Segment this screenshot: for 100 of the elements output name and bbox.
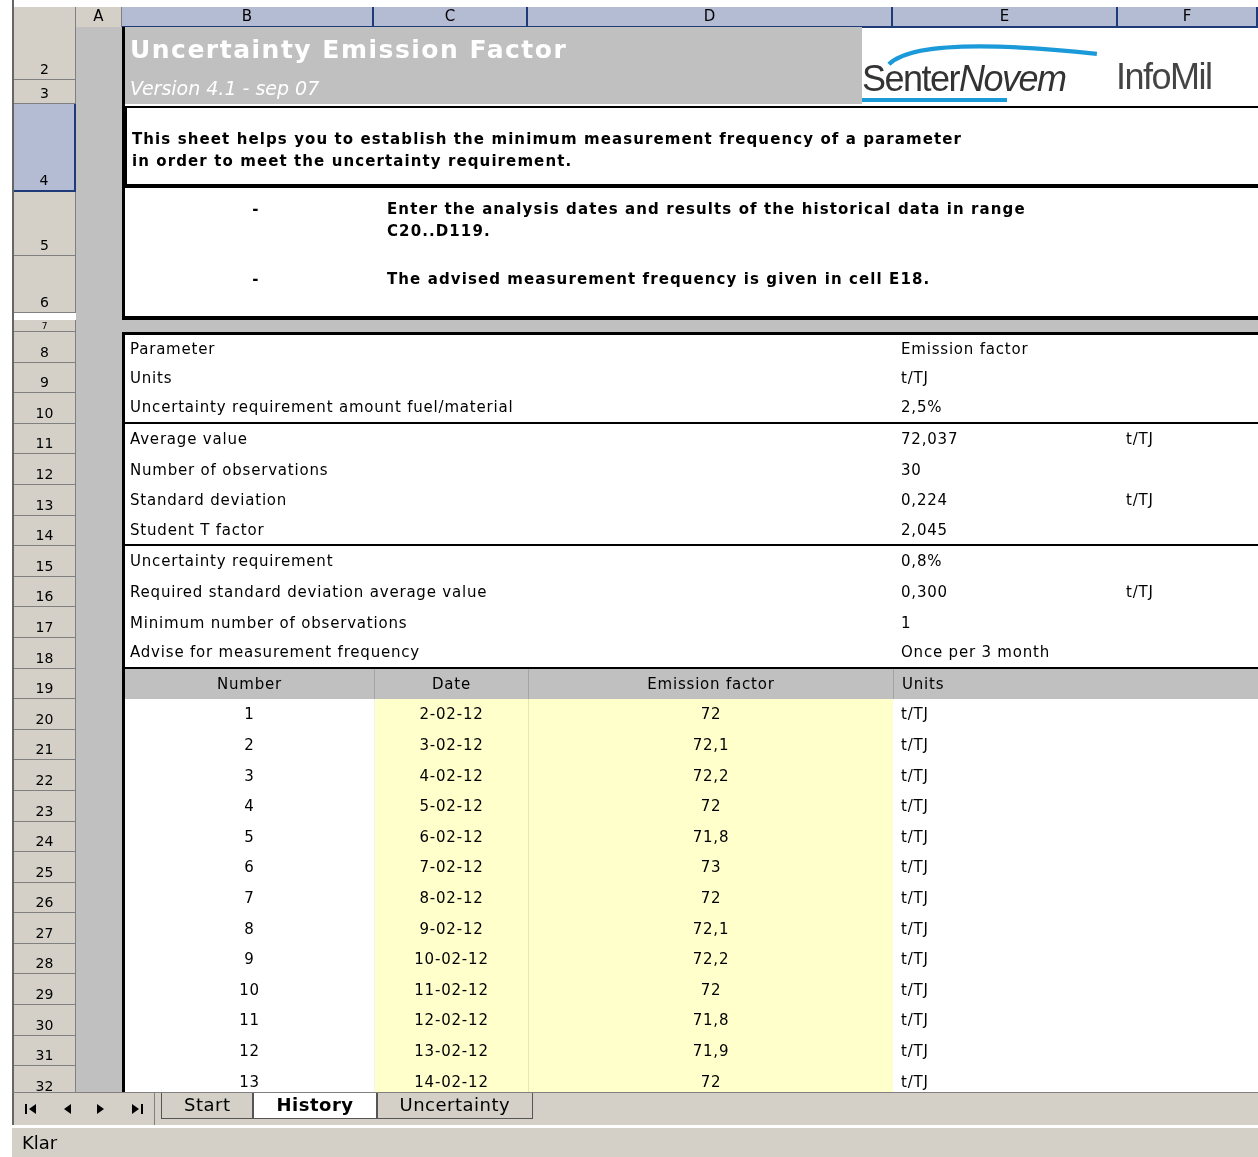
parameter-label: Average value — [130, 430, 248, 449]
table-cell: 72,2 — [528, 943, 893, 975]
bullet: - — [251, 269, 261, 290]
parameter-value: 0,224 — [901, 491, 948, 510]
column-heading: Number — [122, 668, 374, 700]
row-header[interactable]: 10 — [14, 393, 76, 424]
sheet-tab[interactable]: Start — [161, 1093, 254, 1119]
table-cell: 71,9 — [528, 1035, 893, 1067]
row-header[interactable]: 27 — [14, 913, 76, 944]
row-header[interactable]: 12 — [14, 454, 76, 485]
table-cell-text: t/TJ — [900, 1071, 930, 1092]
intro-text: This sheet helps you to establish the minimum measurement frequency of a parameter — [132, 129, 964, 150]
parameter-label: Uncertainty requirement amount fuel/material — [130, 398, 514, 417]
row-header[interactable]: 23 — [14, 790, 76, 822]
table-cell: 72 — [528, 1066, 893, 1092]
parameter-label: Advise for measurement frequency — [130, 643, 421, 662]
row-header[interactable]: 21 — [14, 729, 76, 761]
next-sheet-icon[interactable] — [96, 1103, 106, 1115]
parameter-label: Uncertainty requirement — [130, 552, 334, 571]
row-header[interactable]: 20 — [14, 699, 76, 730]
table-cell: 9-02-12 — [374, 913, 528, 944]
table-cell: 7-02-12 — [374, 852, 528, 883]
version-text: Version 4.1 - sep 07 — [130, 77, 321, 99]
column-header[interactable]: B — [122, 7, 374, 28]
parameter-value: 2,045 — [901, 520, 948, 539]
row-header[interactable]: 18 — [14, 637, 76, 669]
table-cell: 72 — [528, 974, 893, 1006]
table-cell-text: t/TJ — [900, 1010, 930, 1032]
parameter-label: Required standard deviation average value — [130, 583, 488, 602]
table-cell-text: t/TJ — [900, 735, 930, 756]
last-sheet-icon[interactable] — [130, 1103, 144, 1115]
row-header[interactable]: 14 — [14, 515, 76, 547]
table-cell-text: t/TJ — [900, 704, 930, 726]
table-cell: 71,8 — [528, 1005, 893, 1036]
previous-sheet-icon[interactable] — [62, 1103, 72, 1115]
parameter-label: Parameter — [130, 339, 216, 358]
table-cell-text: t/TJ — [900, 949, 930, 971]
row-header[interactable]: 4 — [14, 104, 76, 192]
row-header[interactable]: 32 — [14, 1066, 76, 1092]
row-header[interactable]: 5 — [14, 192, 76, 256]
row-header[interactable]: 6 — [14, 256, 76, 313]
row-header[interactable]: 25 — [14, 852, 76, 883]
row-header[interactable]: 28 — [14, 943, 76, 975]
parameter-value: 0,8% — [901, 552, 943, 571]
table-cell: 8-02-12 — [374, 882, 528, 914]
parameter-label: Standard deviation — [130, 491, 288, 510]
row-header[interactable]: 11 — [14, 423, 76, 455]
row-header[interactable]: 22 — [14, 760, 76, 791]
parameter-value: 72,037 — [901, 430, 959, 449]
table-cell: 3-02-12 — [374, 729, 528, 761]
table-cell: 5-02-12 — [374, 790, 528, 822]
table-cell: 71,8 — [528, 821, 893, 853]
table-cell: 72 — [528, 790, 893, 822]
column-header[interactable]: A — [76, 7, 122, 28]
table-cell: 4-02-12 — [374, 760, 528, 791]
row-header[interactable]: 26 — [14, 882, 76, 914]
row-header[interactable]: 24 — [14, 821, 76, 853]
unit-text: t/TJ — [1126, 491, 1154, 510]
sheet-tab[interactable]: History — [253, 1093, 377, 1119]
logo-text: InfoMil — [1116, 58, 1212, 96]
logo-text: SenterNovem — [862, 60, 1067, 98]
table-cell: 72,1 — [528, 729, 893, 761]
column-heading: Emission factor — [528, 668, 893, 700]
table-cell-text: t/TJ — [900, 979, 930, 1001]
table-cell-text: t/TJ — [900, 826, 930, 848]
row-header[interactable]: 9 — [14, 362, 76, 394]
parameter-value: t/TJ — [901, 368, 929, 387]
column-header[interactable]: C — [374, 7, 528, 28]
table-cell: 14-02-12 — [374, 1066, 528, 1092]
table-cell-text: t/TJ — [900, 796, 930, 818]
column-header[interactable]: F — [1118, 7, 1258, 28]
row-header[interactable]: 2 — [14, 27, 76, 80]
row-header[interactable]: 31 — [14, 1035, 76, 1067]
table-cell-text: t/TJ — [900, 1040, 930, 1062]
table-cell: 2-02-12 — [374, 699, 528, 730]
column-header[interactable]: D — [528, 7, 893, 28]
row-header[interactable]: 19 — [14, 668, 76, 700]
status-text: Klar — [22, 1132, 58, 1153]
row-header[interactable]: 7 — [14, 320, 76, 332]
first-sheet-icon[interactable] — [24, 1103, 38, 1115]
parameter-value: 30 — [901, 460, 922, 479]
table-cell-text: t/TJ — [900, 888, 930, 909]
row-header[interactable]: 16 — [14, 576, 76, 608]
row-header[interactable]: 15 — [14, 546, 76, 577]
row-header[interactable]: 8 — [14, 332, 76, 363]
sheet-tab[interactable]: Uncertainty — [376, 1093, 534, 1119]
parameter-label: Number of observations — [130, 460, 329, 479]
table-cell: 72,1 — [528, 913, 893, 944]
column-heading: Units — [893, 668, 1118, 700]
table-cell: 73 — [528, 852, 893, 883]
row-header[interactable]: 30 — [14, 1005, 76, 1036]
sheet-title: Uncertainty Emission Factor — [130, 34, 569, 65]
row-header[interactable]: 17 — [14, 607, 76, 638]
bullet: - — [251, 199, 261, 220]
parameter-value: Emission factor — [901, 339, 1029, 358]
row-header[interactable]: 3 — [14, 80, 76, 104]
column-header[interactable]: E — [893, 7, 1118, 28]
row-header[interactable]: 29 — [14, 974, 76, 1006]
row-header[interactable]: 13 — [14, 484, 76, 516]
table-cell-text: t/TJ — [900, 918, 930, 940]
